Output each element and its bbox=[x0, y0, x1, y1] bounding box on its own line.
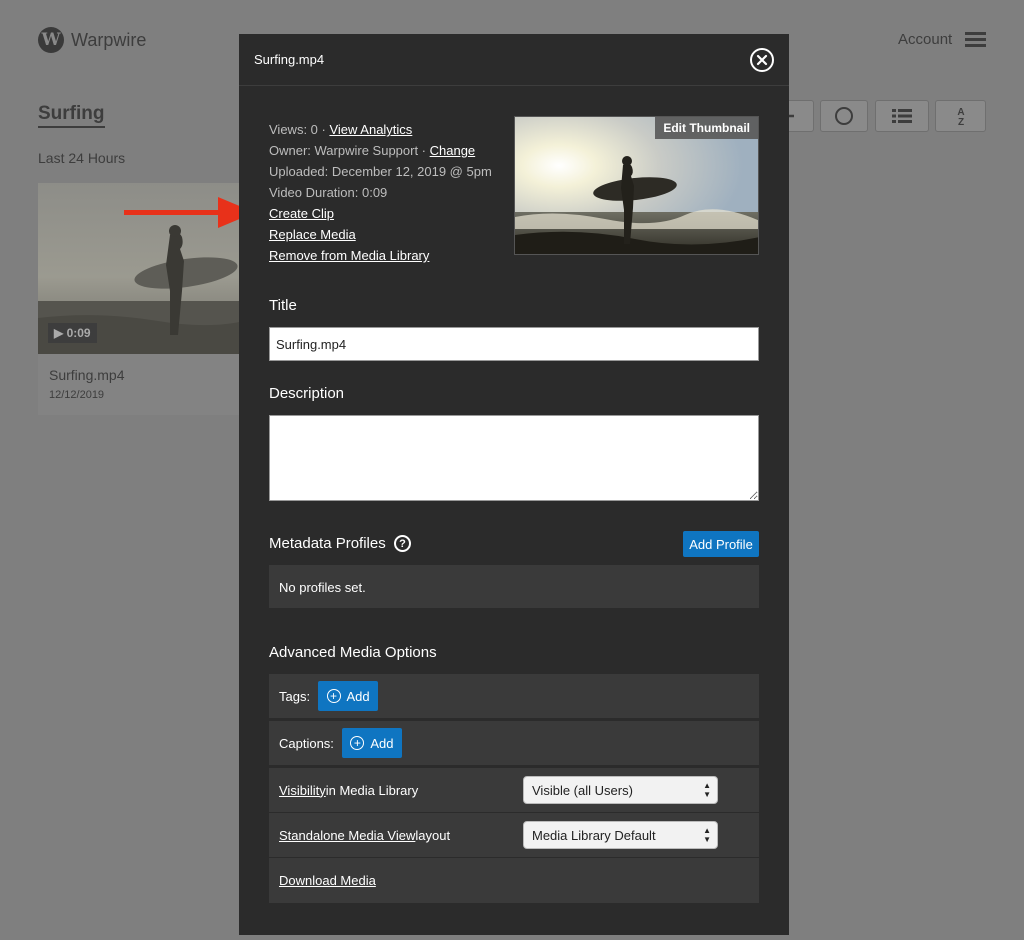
help-icon[interactable]: ? bbox=[394, 535, 411, 552]
media-info: Views: 0 · View Analytics Owner: Warpwir… bbox=[269, 119, 492, 266]
tags-row: Tags: + Add bbox=[269, 674, 759, 718]
sort-az-icon: A Z bbox=[957, 107, 964, 127]
logo-icon: W bbox=[38, 27, 64, 53]
metadata-profiles-label: Metadata Profiles bbox=[269, 535, 386, 552]
video-duration: Video Duration: 0:09 bbox=[269, 185, 388, 200]
add-tag-button[interactable]: + Add bbox=[318, 681, 379, 711]
page-title[interactable]: Surfing bbox=[38, 103, 105, 128]
standalone-link[interactable]: Standalone Media View bbox=[279, 828, 415, 843]
annotation-arrow-icon bbox=[124, 197, 255, 228]
list-view-button[interactable] bbox=[875, 100, 929, 132]
standalone-selected: Media Library Default bbox=[532, 828, 656, 843]
view-analytics-link[interactable]: View Analytics bbox=[329, 122, 412, 137]
add-caption-button[interactable]: + Add bbox=[341, 728, 402, 758]
list-icon bbox=[892, 109, 912, 123]
no-profiles-text: No profiles set. bbox=[279, 580, 366, 595]
video-thumbnail: Edit Thumbnail bbox=[514, 116, 759, 255]
views-row: Views: 0 · View Analytics bbox=[269, 119, 492, 140]
close-button[interactable] bbox=[750, 48, 774, 72]
page-subtitle: Last 24 Hours bbox=[38, 150, 126, 166]
remove-media-link[interactable]: Remove from Media Library bbox=[269, 248, 429, 263]
views-count: Views: 0 · bbox=[269, 122, 330, 137]
title-input[interactable] bbox=[269, 327, 759, 361]
tags-label: Tags: bbox=[279, 688, 311, 704]
advanced-options-label: Advanced Media Options bbox=[269, 644, 437, 661]
card-title[interactable]: Surfing.mp4 bbox=[49, 367, 124, 383]
description-label: Description bbox=[269, 385, 345, 402]
visibility-link[interactable]: Visibility bbox=[279, 783, 326, 798]
download-row: Download Media bbox=[269, 858, 759, 903]
create-clip-link[interactable]: Create Clip bbox=[269, 206, 334, 221]
visibility-select[interactable]: Visible (all Users) ▲ ▼ bbox=[523, 776, 718, 804]
select-arrows-icon: ▲ ▼ bbox=[703, 826, 711, 844]
edit-thumbnail-button[interactable]: Edit Thumbnail bbox=[655, 117, 758, 139]
owner-row: Owner: Warpwire Support · Change bbox=[269, 140, 492, 161]
title-label: Title bbox=[269, 297, 297, 314]
svg-text:Z: Z bbox=[957, 117, 963, 127]
plus-circle-icon: + bbox=[350, 736, 365, 750]
card-date: 12/12/2019 bbox=[49, 389, 105, 401]
modal-header: Surfing.mp4 bbox=[239, 34, 789, 86]
duration-badge: ▶ 0:09 bbox=[48, 323, 97, 343]
hamburger-menu-icon[interactable] bbox=[965, 32, 986, 47]
captions-row: Captions: + Add bbox=[269, 721, 759, 765]
owner-text: Owner: Warpwire Support · bbox=[269, 143, 430, 158]
download-media-link[interactable]: Download Media bbox=[279, 873, 376, 888]
description-textarea[interactable] bbox=[269, 415, 759, 501]
uploaded-date: Uploaded: December 12, 2019 @ 5pm bbox=[269, 164, 492, 179]
add-tag-label: Add bbox=[346, 688, 370, 704]
add-caption-label: Add bbox=[370, 735, 394, 751]
warpwire-logo[interactable]: W Warpwire bbox=[38, 27, 146, 53]
replace-media-link[interactable]: Replace Media bbox=[269, 227, 356, 242]
sort-az-button[interactable]: A Z bbox=[935, 100, 986, 132]
standalone-text: layout bbox=[415, 827, 451, 843]
add-profile-button[interactable]: Add Profile bbox=[683, 531, 759, 557]
select-arrows-icon: ▲ ▼ bbox=[703, 781, 711, 799]
plus-circle-icon: + bbox=[326, 689, 341, 703]
change-owner-link[interactable]: Change bbox=[430, 143, 476, 158]
brand-name: Warpwire bbox=[71, 29, 147, 50]
visibility-text: in Media Library bbox=[325, 782, 419, 798]
standalone-layout-select[interactable]: Media Library Default ▲ ▼ bbox=[523, 821, 718, 849]
profiles-list: No profiles set. bbox=[269, 565, 759, 608]
circle-view-button[interactable] bbox=[820, 100, 868, 132]
circle-icon bbox=[835, 107, 853, 125]
visibility-selected: Visible (all Users) bbox=[532, 783, 633, 798]
media-details-modal: Surfing.mp4 Views: 0 · View Analytics Ow… bbox=[239, 34, 789, 935]
account-link[interactable]: Account bbox=[898, 31, 952, 48]
close-icon bbox=[756, 54, 768, 66]
modal-title: Surfing.mp4 bbox=[254, 52, 325, 67]
captions-label: Captions: bbox=[279, 735, 334, 751]
